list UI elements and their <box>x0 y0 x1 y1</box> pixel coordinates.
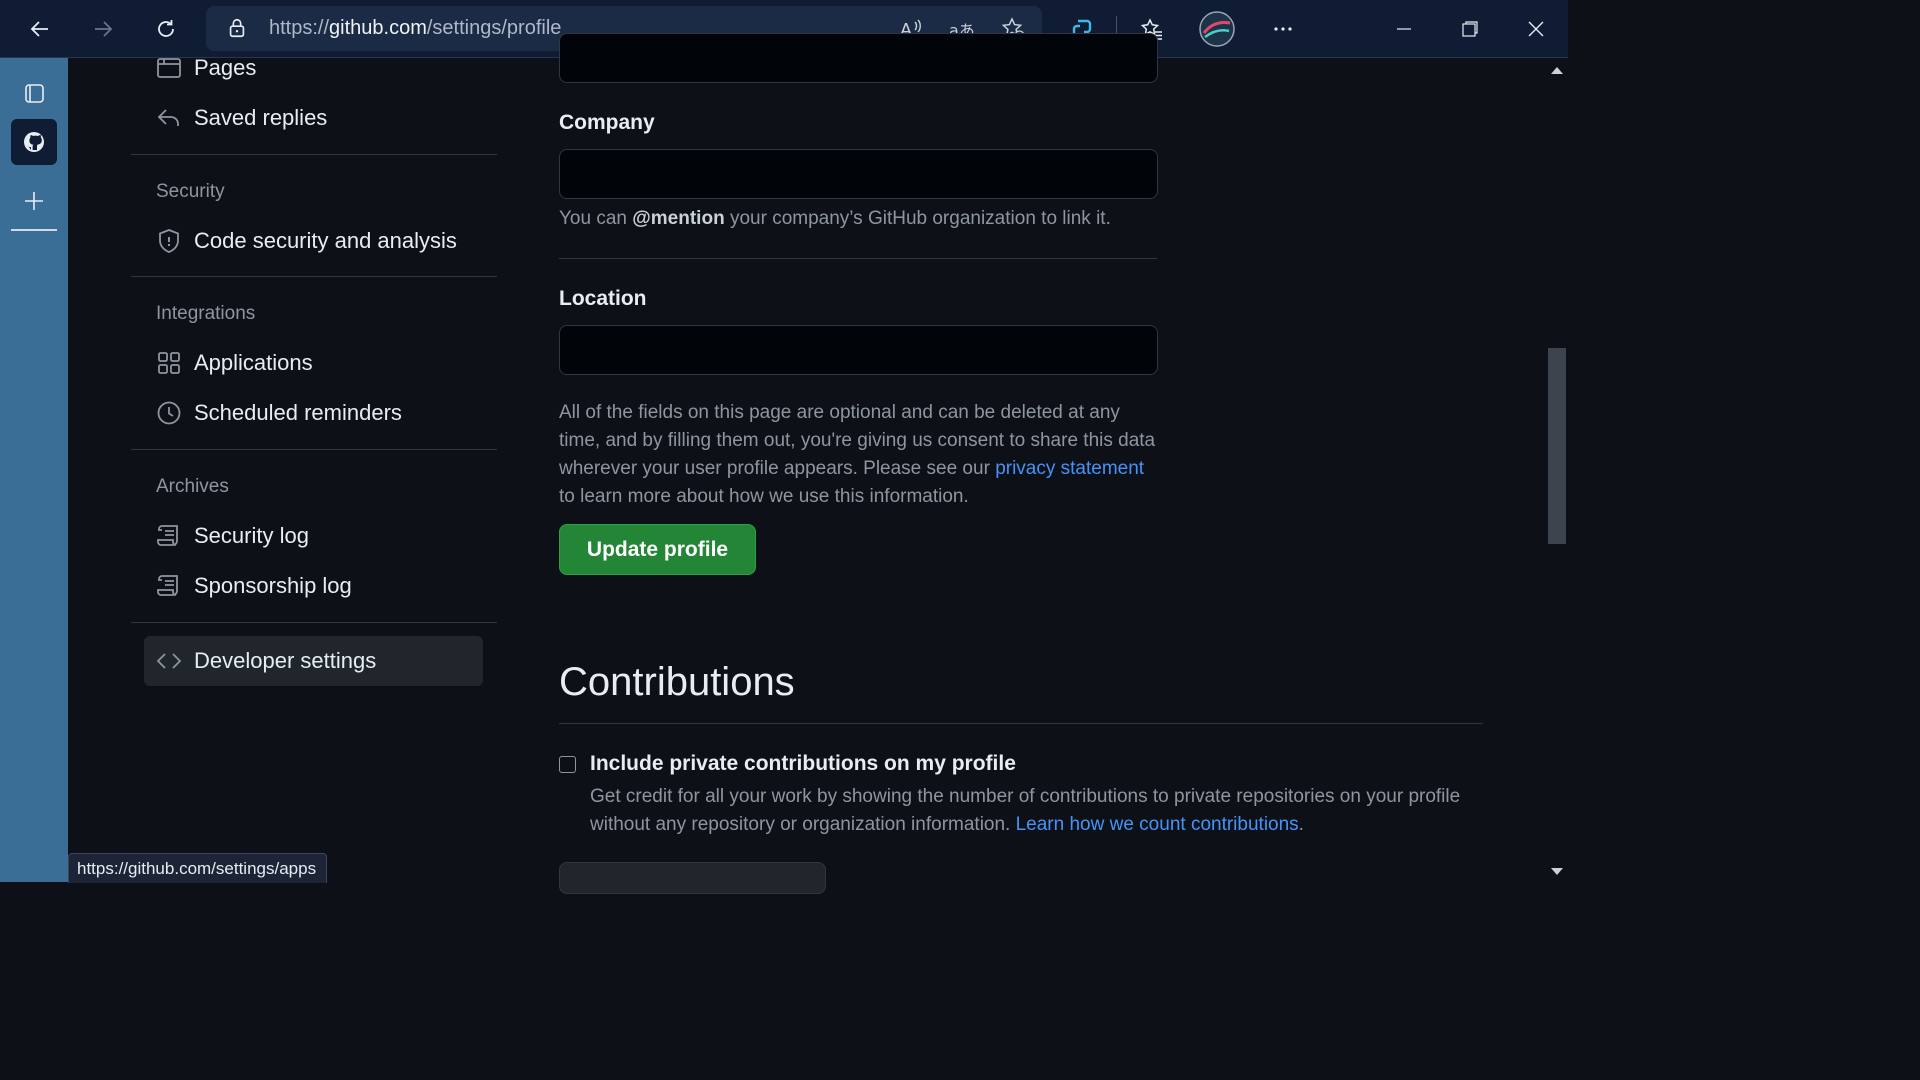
arrow-left-icon <box>30 21 48 37</box>
nav-item-applications[interactable]: Applications <box>156 345 313 381</box>
arrow-right-icon <box>95 21 113 37</box>
nav-heading-security: Security <box>156 181 225 202</box>
close-icon <box>1528 21 1544 37</box>
browser-icon <box>157 58 181 78</box>
nav-divider <box>131 154 497 155</box>
nav-divider <box>131 622 497 623</box>
shield-icon <box>159 229 179 253</box>
form-divider <box>559 258 1157 259</box>
section-divider <box>559 723 1483 724</box>
update-profile-button[interactable]: Update profile <box>559 524 756 575</box>
nav-item-label: Applications <box>194 350 313 375</box>
clock-icon <box>157 401 181 425</box>
scroll-down-icon[interactable] <box>1551 868 1563 875</box>
back-button[interactable] <box>21 10 59 48</box>
apps-grid-icon <box>158 352 180 374</box>
company-input[interactable] <box>559 149 1158 199</box>
update-contributions-button[interactable] <box>559 862 826 894</box>
refresh-button[interactable] <box>147 10 185 48</box>
plus-icon <box>25 192 43 210</box>
more-menu-button[interactable] <box>1264 10 1302 48</box>
private-contributions-help: Get credit for all your work by showing … <box>590 786 1461 835</box>
nav-item-scheduled-reminders[interactable]: Scheduled reminders <box>156 395 402 431</box>
url-text[interactable]: https://github.com/settings/profile <box>269 17 561 40</box>
tab-actions-icon <box>25 84 44 103</box>
nav-item-label: Scheduled reminders <box>194 400 402 425</box>
location-label: Location <box>559 287 647 310</box>
nav-item-label: Pages <box>194 55 257 80</box>
learn-contributions-link[interactable]: Learn how we count contributions <box>1016 814 1299 835</box>
nav-item-saved-replies[interactable]: Saved replies <box>156 100 327 136</box>
close-button[interactable] <box>1517 10 1555 48</box>
sidebar-divider <box>11 229 57 231</box>
nav-item-label: Sponsorship log <box>194 573 352 598</box>
more-horizontal-icon <box>1274 27 1292 31</box>
browser-side-panel <box>0 58 68 882</box>
privacy-statement-link[interactable]: privacy statement <box>995 458 1144 479</box>
company-help-text: You can @mention your company’s GitHub o… <box>559 208 1111 229</box>
page-scrollbar[interactable] <box>1546 58 1568 882</box>
reply-icon <box>157 109 179 126</box>
avatar <box>1199 11 1235 47</box>
nav-item-label: Saved replies <box>194 105 328 130</box>
nav-heading-archives: Archives <box>156 476 229 497</box>
company-label: Company <box>559 111 655 134</box>
private-contributions-checkbox[interactable] <box>559 756 576 773</box>
tab-actions-button[interactable] <box>11 70 57 116</box>
github-icon <box>24 132 44 152</box>
log-icon <box>157 575 178 596</box>
nav-item-label: Code security and analysis <box>194 228 457 253</box>
nav-item-pages[interactable]: Pages <box>156 50 256 86</box>
nav-heading-integrations: Integrations <box>156 303 256 324</box>
minimize-button[interactable] <box>1385 10 1423 48</box>
contributions-heading: Contributions <box>559 660 795 704</box>
scrollbar-thumb[interactable] <box>1548 348 1566 544</box>
restore-icon <box>1462 21 1478 37</box>
nav-item-sponsorship-log[interactable]: Sponsorship log <box>156 568 352 604</box>
new-tab-button[interactable] <box>11 178 57 224</box>
scroll-up-icon[interactable] <box>1551 67 1563 74</box>
nav-divider <box>131 449 497 450</box>
forward-button[interactable] <box>84 10 122 48</box>
github-tab[interactable] <box>11 119 57 165</box>
nav-item-developer-settings[interactable]: Developer settings <box>156 643 376 679</box>
nav-item-label: Developer settings <box>194 648 377 673</box>
status-bar-url: https://github.com/settings/apps <box>68 853 328 883</box>
restore-button[interactable] <box>1451 10 1489 48</box>
code-icon <box>156 653 182 669</box>
optional-fields-note: All of the fields on this page are optio… <box>559 402 1156 507</box>
previous-field-input[interactable] <box>559 33 1158 83</box>
nav-item-label: Security log <box>194 523 309 548</box>
nav-divider <box>131 276 497 277</box>
nav-item-security-log[interactable]: Security log <box>156 518 309 554</box>
profile-button[interactable] <box>1198 10 1236 48</box>
log-icon <box>157 525 178 546</box>
lock-icon[interactable] <box>226 17 248 39</box>
refresh-icon <box>158 20 174 37</box>
location-input[interactable] <box>559 325 1158 375</box>
nav-item-code-security[interactable]: Code security and analysis <box>156 223 457 259</box>
private-contributions-label[interactable]: Include private contributions on my prof… <box>590 752 1016 776</box>
minimize-icon <box>1397 28 1411 30</box>
